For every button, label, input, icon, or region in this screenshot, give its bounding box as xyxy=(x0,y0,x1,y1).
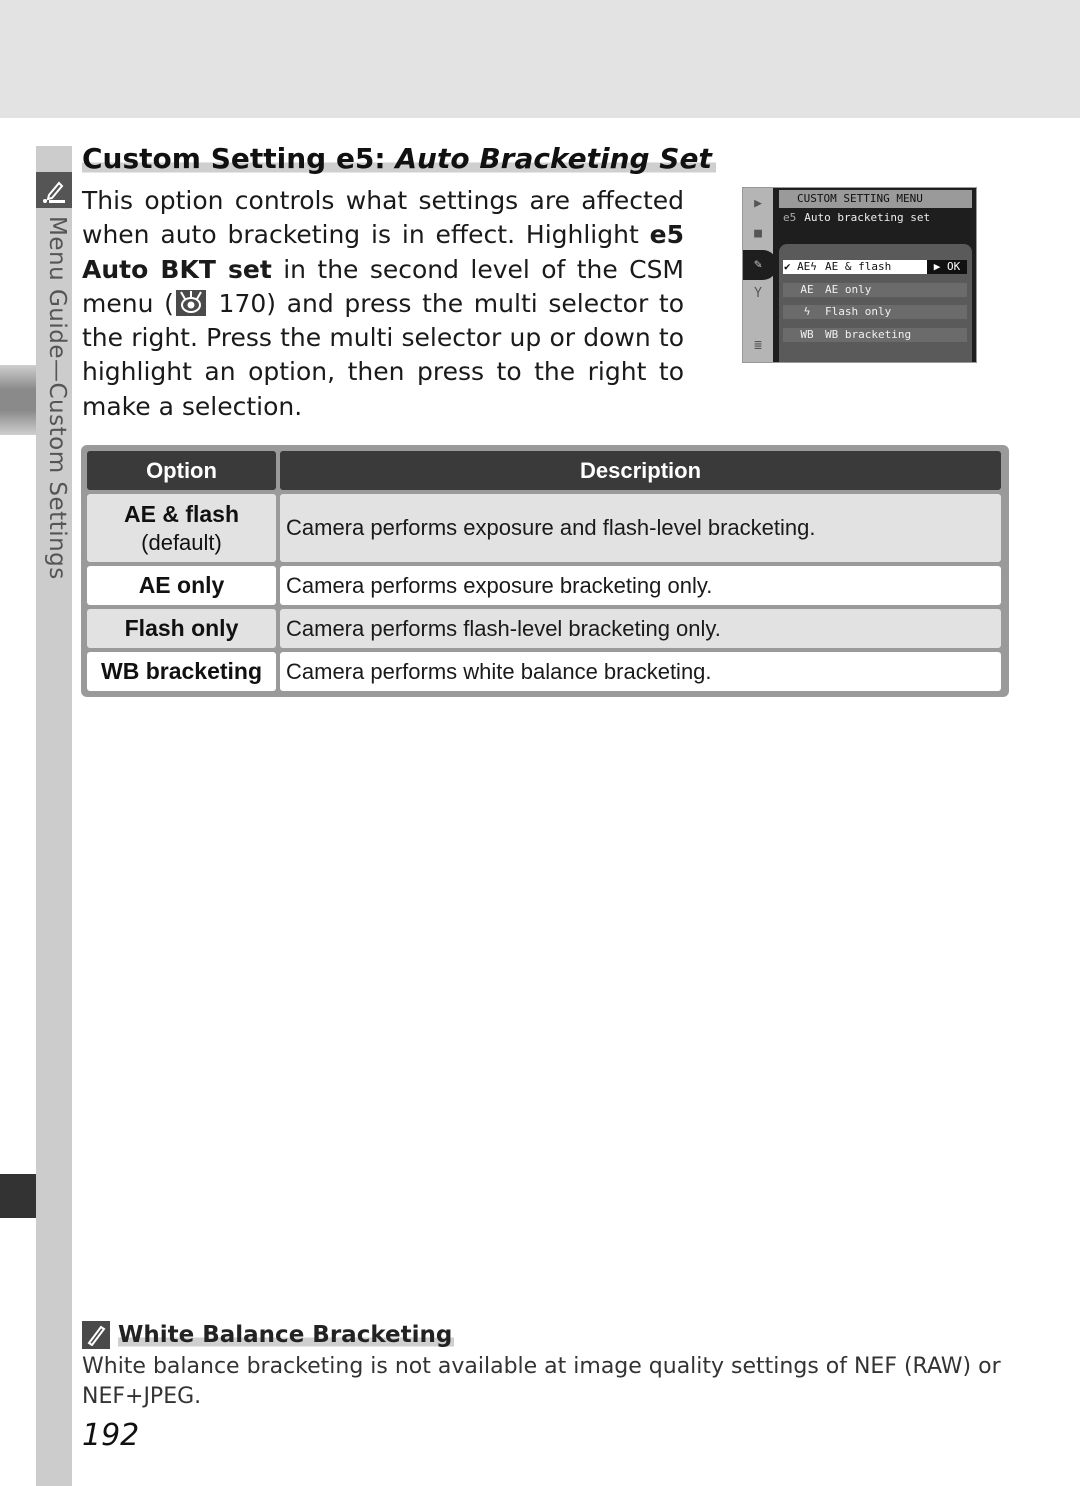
lcd-option-icon: AEϟ xyxy=(797,260,817,273)
option-default-note: (default) xyxy=(141,529,222,555)
lcd-option-label: Flash only xyxy=(825,305,892,318)
note-title: White Balance Bracketing xyxy=(118,1322,455,1348)
option-name: AE & flash xyxy=(123,500,240,527)
reference-page-number[interactable]: 170 xyxy=(219,289,267,318)
lcd-option-label: AE only xyxy=(825,283,872,296)
pencil-icon xyxy=(36,172,72,208)
lcd-option-label: WB bracketing xyxy=(825,328,912,341)
camera-icon: ■ xyxy=(754,226,762,241)
lcd-option-row[interactable]: AE AE only xyxy=(783,283,967,297)
lcd-setting-name: Auto bracketing set xyxy=(804,211,931,224)
recent-settings-icon: ≣ xyxy=(754,338,762,353)
table-row-option: Flash only xyxy=(87,609,276,648)
lcd-option-icon: ϟ xyxy=(803,305,811,318)
lcd-option-icon: AE xyxy=(800,283,814,296)
check-icon: ✔ xyxy=(784,260,791,273)
lcd-setting-code: e5 xyxy=(783,211,797,224)
note-heading: White Balance Bracketing xyxy=(82,1321,455,1349)
lcd-option-label: AE & flash xyxy=(825,260,892,273)
thumb-index-tab xyxy=(0,365,36,435)
lcd-option-row[interactable]: ✔ AEϟ AE & flash ▶ OK xyxy=(783,260,967,274)
table-row-description: Camera performs exposure bracketing only… xyxy=(280,566,1001,605)
top-margin-band xyxy=(0,0,1080,118)
options-table: Option Description AE & flash (default) … xyxy=(81,445,1009,697)
intro-paragraph: This option controls what settings are a… xyxy=(82,184,684,424)
thumb-index-tab-dark xyxy=(0,1174,36,1218)
intro-text-1: This option controls what settings are a… xyxy=(82,186,684,250)
section-label: Menu Guide—Custom Settings xyxy=(44,216,70,580)
title-prefix: Custom Setting e5: xyxy=(82,142,396,175)
note-body: White balance bracketing is not availabl… xyxy=(82,1354,1001,1409)
page-number: 192 xyxy=(82,1418,140,1453)
table-row-option: AE & flash (default) xyxy=(87,494,276,562)
page-title: Custom Setting e5: Auto Bracketing Set xyxy=(82,142,716,175)
camera-menu-screenshot: ▶ ■ ✎ Y ≣ CUSTOM SETTING MENU e5 Auto bra… xyxy=(742,187,977,363)
wrench-icon: Y xyxy=(754,286,762,301)
title-italic: Auto Bracketing Set xyxy=(395,142,712,175)
pencil-note-icon xyxy=(82,1321,110,1349)
lcd-header: CUSTOM SETTING MENU xyxy=(779,190,972,208)
header-option: Option xyxy=(87,451,276,490)
reference-page-icon xyxy=(175,289,206,316)
lcd-ok-indicator: ▶ OK xyxy=(927,260,967,274)
pencil-icon: ✎ xyxy=(754,257,762,272)
playback-icon: ▶ xyxy=(754,196,762,211)
lcd-option-icon: WB xyxy=(800,328,814,341)
table-row-description: Camera performs exposure and flash-level… xyxy=(280,494,1001,562)
table-row-option: WB bracketing xyxy=(87,652,276,691)
lcd-subtitle: e5 Auto bracketing set xyxy=(783,210,930,226)
table-row-option: AE only xyxy=(87,566,276,605)
table-row-description: Camera performs white balance bracketing… xyxy=(280,652,1001,691)
table-row-description: Camera performs flash-level bracketing o… xyxy=(280,609,1001,648)
lcd-option-row[interactable]: ϟ Flash only xyxy=(783,305,967,319)
header-description: Description xyxy=(280,451,1001,490)
lcd-option-row[interactable]: WB WB bracketing xyxy=(783,328,967,342)
